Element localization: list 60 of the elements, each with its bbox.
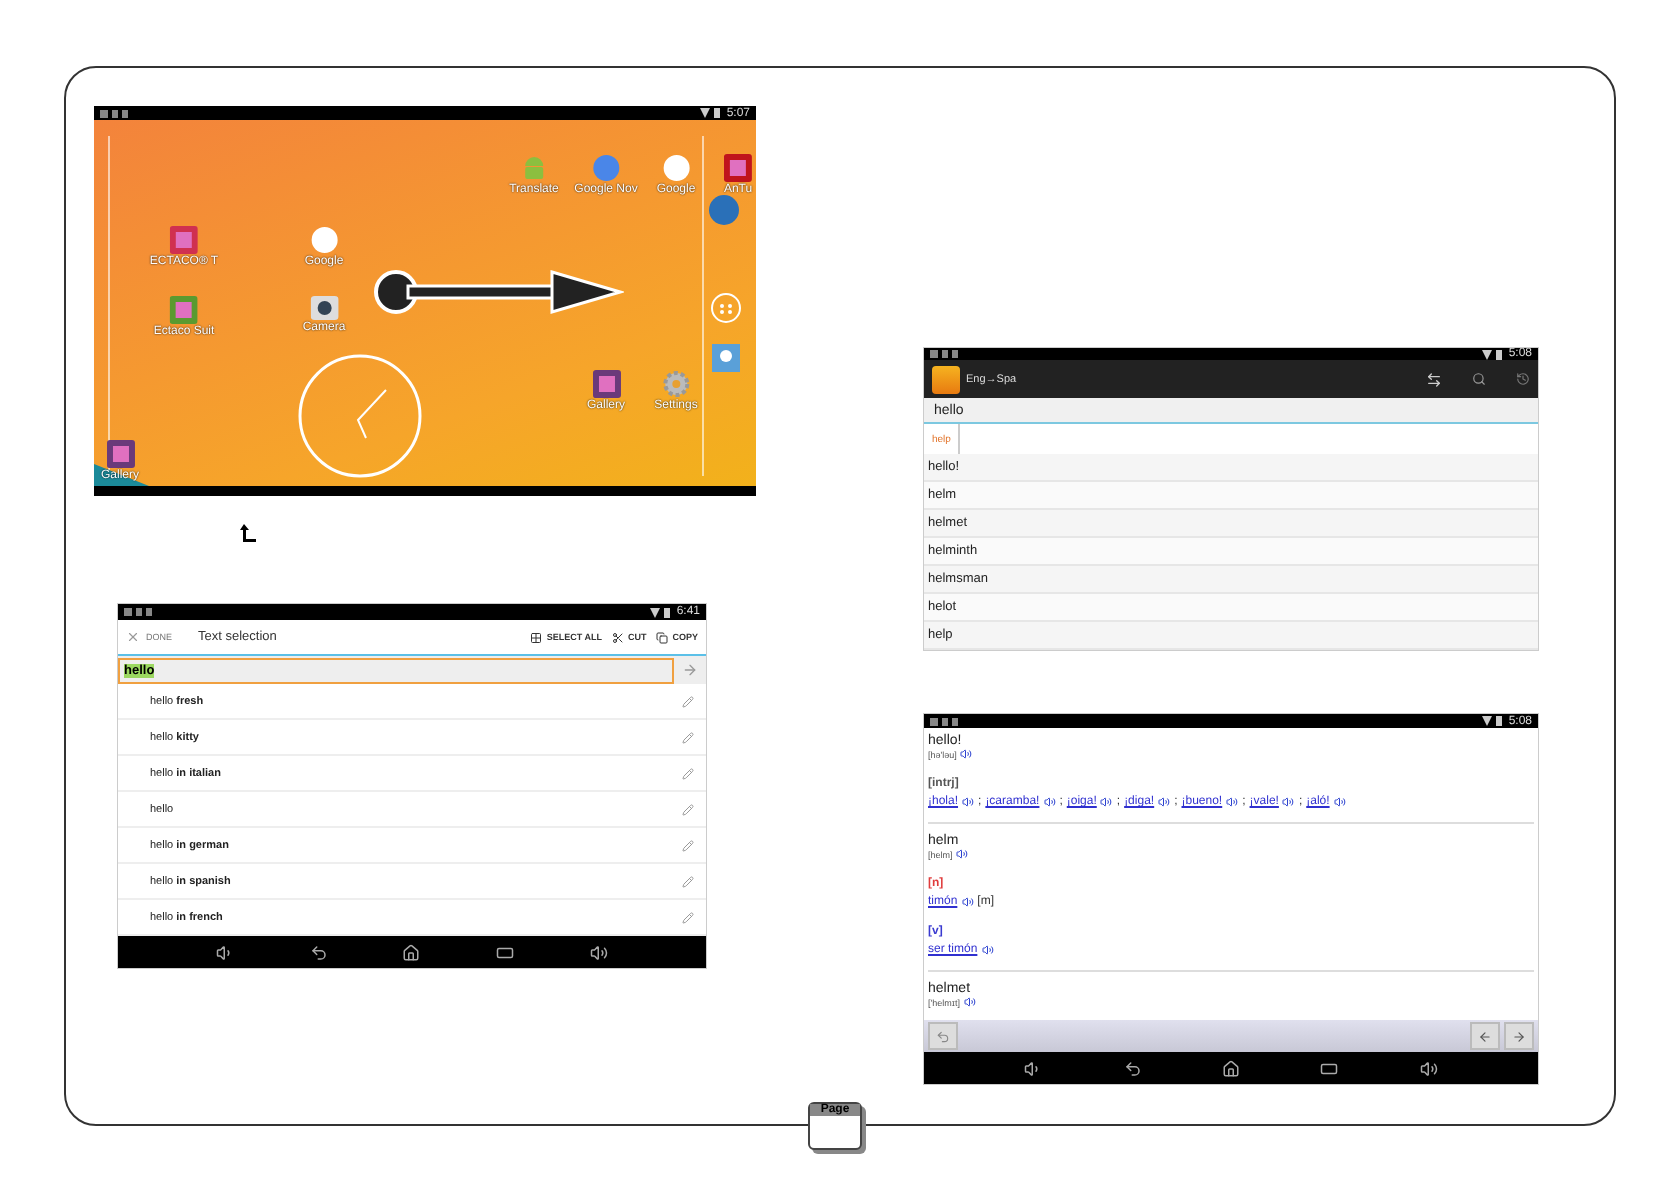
notification-icons [100,109,128,117]
recent-apps-icon[interactable] [496,943,515,961]
picture-tile-icon [106,440,134,468]
edit-pencil-icon[interactable] [682,839,694,851]
left-arrow-icon [1478,1029,1492,1043]
volume-down-icon[interactable] [215,943,234,961]
wifi-battery-icon [1482,716,1503,726]
notification-icons [930,350,958,358]
edit-pencil-icon[interactable] [682,731,694,743]
return-arrow-icon [240,524,256,542]
select-all-icon [530,631,543,643]
swap-icon[interactable] [1426,371,1442,387]
gear-icon [662,370,690,398]
speaker-icon[interactable] [981,944,994,956]
copy-icon [656,631,669,643]
home-icon[interactable] [1221,1059,1240,1077]
edit-pencil-icon[interactable] [682,911,694,923]
scissors-icon [611,631,624,643]
analog-clock [298,354,422,478]
speaker-icon[interactable] [963,996,976,1008]
speaker-icon[interactable] [960,748,973,760]
volume-up-icon[interactable] [590,943,609,961]
history-icon[interactable] [1516,372,1530,386]
speaker-icon[interactable] [1043,796,1056,808]
speaker-icon[interactable] [1158,796,1171,808]
back-icon[interactable] [309,943,328,961]
back-icon[interactable] [1123,1059,1142,1077]
volume-up-icon[interactable] [1419,1059,1438,1077]
speaker-icon[interactable] [962,796,975,808]
speaker-icon[interactable] [961,896,974,908]
picture-tile-icon [592,370,620,398]
speaker-icon[interactable] [1282,796,1295,808]
app-logo-icon [932,365,960,393]
home-icon[interactable] [402,943,421,961]
edit-pencil-icon[interactable] [682,695,694,707]
app-tile-icon [170,226,198,254]
notification-icons [930,717,958,725]
edit-pencil-icon[interactable] [682,875,694,887]
edit-pencil-icon[interactable] [682,767,694,779]
wifi-battery-icon [700,108,721,118]
camera-icon [310,296,338,320]
contacts-icon[interactable] [712,344,740,372]
recent-apps-icon[interactable] [1320,1059,1339,1077]
wifi-battery-icon [650,607,671,617]
speaker-icon[interactable] [1100,796,1113,808]
round-app-icon [592,154,620,182]
volume-down-icon[interactable] [1024,1059,1043,1077]
back-arrow-icon [936,1029,950,1043]
wifi-battery-icon [1482,349,1503,359]
android-robot-icon [521,154,547,182]
close-icon [126,630,140,644]
right-arrow-icon [1512,1029,1526,1043]
search-icon[interactable] [1472,372,1486,386]
edit-pencil-icon[interactable] [682,803,694,815]
speaker-icon[interactable] [956,848,969,860]
notification-icons [124,608,152,616]
app-tile-icon [170,296,198,324]
speaker-icon[interactable] [1226,796,1239,808]
speaker-icon[interactable] [1333,796,1346,808]
app-tile-icon [724,154,752,182]
